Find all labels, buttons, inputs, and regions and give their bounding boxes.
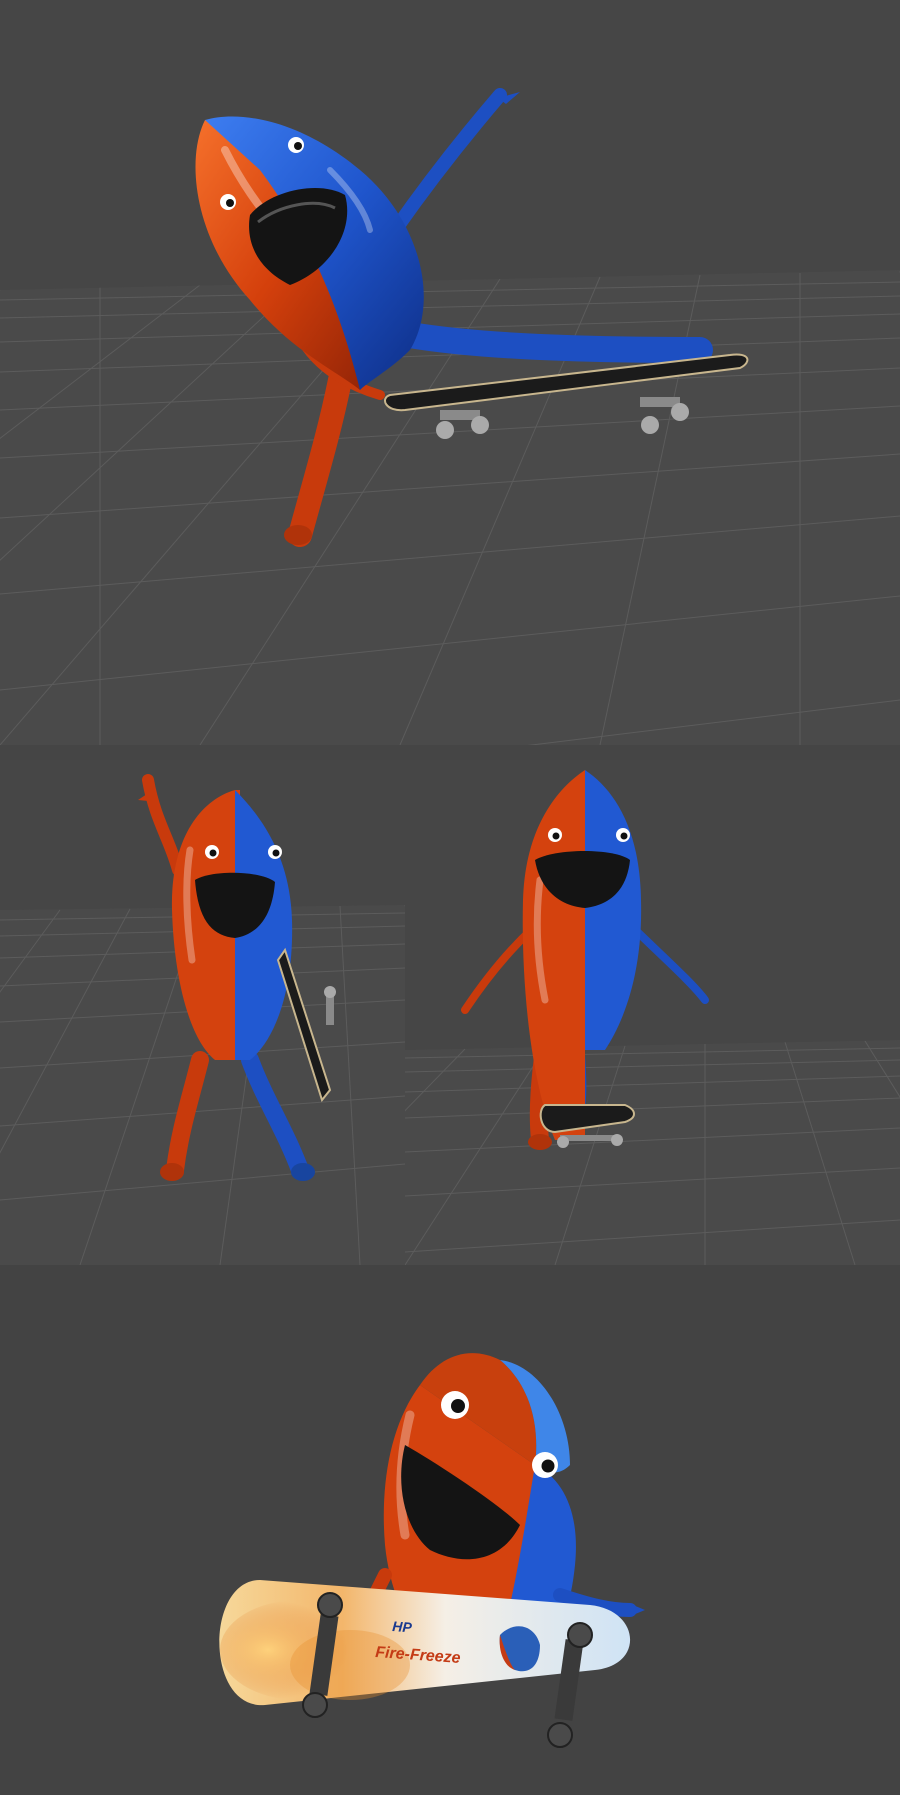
viewport-middle-left (0, 774, 405, 1265)
render-view-middle-right (405, 760, 900, 1265)
skateboard-deck: HP Fire-Freeze (219, 1580, 631, 1748)
viewport-middle-right (405, 770, 900, 1265)
render-view-top (0, 0, 900, 745)
floor-plane (405, 1040, 900, 1265)
render-view-bottom: HP Fire-Freeze (0, 1265, 900, 1795)
viewport-top (0, 88, 900, 745)
render-view-middle-left (0, 760, 405, 1265)
viewport-bottom: HP Fire-Freeze (219, 1353, 645, 1748)
deck-brand-text: HP (392, 1618, 413, 1635)
